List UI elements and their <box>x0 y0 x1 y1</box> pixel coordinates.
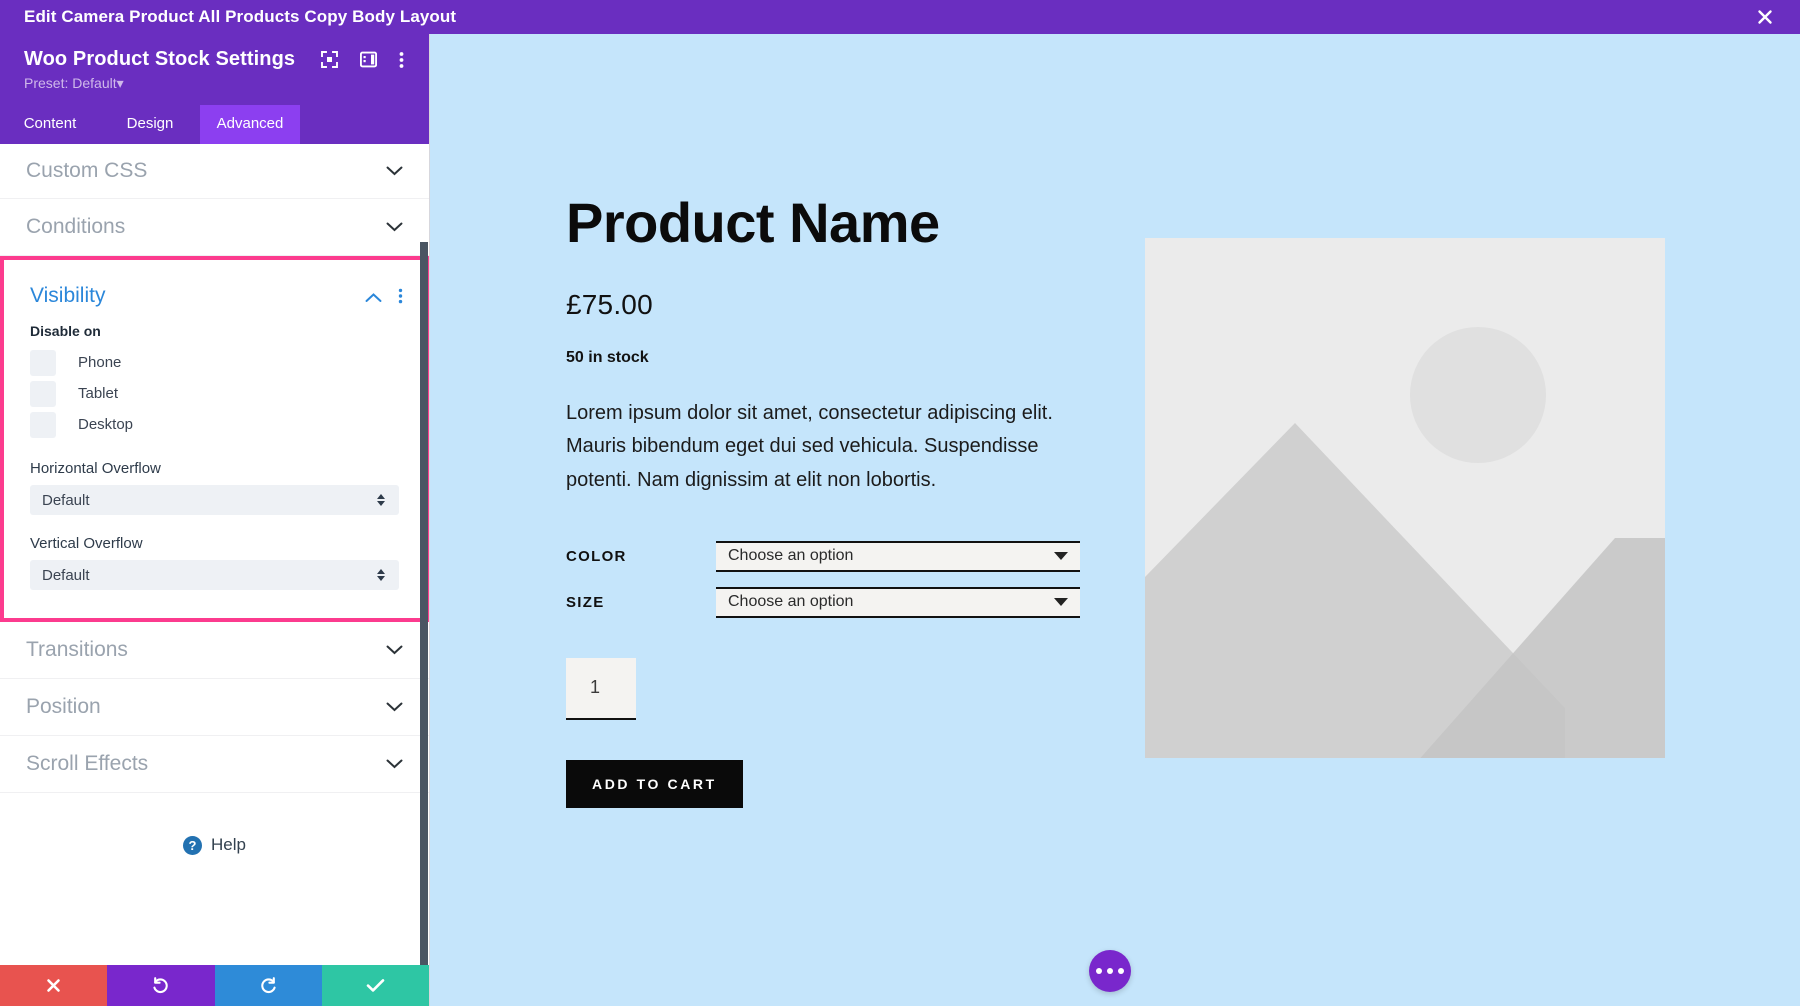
more-vertical-icon[interactable] <box>399 51 404 69</box>
panel-divider <box>429 34 430 1006</box>
checkbox-phone[interactable] <box>30 349 56 376</box>
chevron-down-icon <box>386 756 403 773</box>
chevron-down-icon <box>386 219 403 236</box>
redo-button[interactable] <box>214 965 322 1006</box>
checkbox-tablet[interactable] <box>30 380 56 407</box>
product-stock-status: 50 in stock <box>566 348 649 366</box>
chevron-down-icon <box>386 163 403 180</box>
spinner-arrows-icon <box>377 494 385 506</box>
device-row-phone: Phone <box>30 347 399 378</box>
product-image-placeholder <box>1145 238 1665 758</box>
accordion-custom-css-label: Custom CSS <box>26 159 148 182</box>
add-to-cart-button[interactable]: ADD TO CART <box>566 759 743 808</box>
page-title: Edit Camera Product All Products Copy Bo… <box>24 7 457 26</box>
vertical-overflow-select[interactable]: Default <box>30 560 399 590</box>
variation-label-size: SIZE <box>566 593 605 611</box>
product-title: Product Name <box>566 191 940 254</box>
variation-select-color[interactable]: Choose an option <box>716 540 1080 572</box>
module-title: Woo Product Stock Settings <box>24 48 296 70</box>
save-button[interactable] <box>321 965 429 1006</box>
tab-content[interactable]: Content <box>0 105 100 144</box>
accordion-transitions[interactable]: Transitions <box>0 622 429 679</box>
more-horizontal-icon <box>1096 968 1102 974</box>
undo-icon <box>153 977 169 994</box>
layout-panel-icon[interactable] <box>360 51 378 68</box>
check-icon <box>366 979 385 992</box>
variation-select-size[interactable]: Choose an option <box>716 586 1080 618</box>
device-row-tablet: Tablet <box>30 378 399 409</box>
editor-top-banner: Edit Camera Product All Products Copy Bo… <box>0 0 1800 34</box>
horizontal-overflow-select[interactable]: Default <box>30 485 399 515</box>
more-horizontal-icon <box>1118 968 1124 974</box>
settings-scroll-area: Custom CSS Conditions Visibility Disable… <box>0 144 429 965</box>
quantity-input[interactable]: 1 <box>566 657 636 720</box>
chevron-down-icon <box>386 699 403 716</box>
spinner-arrows-icon <box>377 569 385 581</box>
horizontal-overflow-label: Horizontal Overflow <box>30 460 161 477</box>
chevron-down-icon: ▾ <box>116 75 124 91</box>
variation-row-color: COLOR Choose an option <box>566 540 1166 572</box>
accordion-transitions-label: Transitions <box>26 638 128 661</box>
visibility-group-title[interactable]: Visibility <box>30 284 105 308</box>
vertical-overflow-group: Vertical Overflow Default <box>30 535 399 590</box>
disable-on-label: Disable on <box>30 323 101 339</box>
accordion-custom-css[interactable]: Custom CSS <box>0 144 429 199</box>
device-row-desktop: Desktop <box>30 409 399 440</box>
close-icon <box>47 979 60 992</box>
quantity-value: 1 <box>590 677 601 698</box>
help-link[interactable]: ? Help <box>0 793 429 897</box>
checkbox-desktop[interactable] <box>30 411 56 438</box>
product-price: £75.00 <box>566 288 653 320</box>
more-vertical-icon[interactable] <box>398 288 403 309</box>
product-variations: COLOR Choose an option SIZE Choose an op… <box>566 540 1166 618</box>
settings-panel-header: Woo Product Stock Settings Preset: Defau… <box>0 34 429 144</box>
variation-select-color-value: Choose an option <box>728 547 854 565</box>
variation-label-color: COLOR <box>566 547 627 565</box>
preview-more-options-button[interactable] <box>1089 950 1131 992</box>
checkbox-tablet-label: Tablet <box>78 385 119 402</box>
undo-button[interactable] <box>107 965 215 1006</box>
accordion-conditions[interactable]: Conditions <box>0 199 429 256</box>
settings-action-bar <box>0 965 429 1006</box>
vertical-overflow-value: Default <box>42 566 90 584</box>
panel-scrollbar-thumb[interactable] <box>420 242 428 965</box>
variation-row-size: SIZE Choose an option <box>566 586 1166 618</box>
close-icon[interactable] <box>1752 4 1778 30</box>
accordion-scroll-effects[interactable]: Scroll Effects <box>0 736 429 793</box>
chevron-down-icon <box>1054 598 1068 607</box>
accordion-position[interactable]: Position <box>0 679 429 736</box>
chevron-down-icon <box>1054 552 1068 561</box>
preset-label: Preset: Default <box>24 75 117 91</box>
cancel-button[interactable] <box>0 965 108 1006</box>
chevron-down-icon <box>386 642 403 659</box>
settings-tabs: Content Design Advanced <box>0 105 429 144</box>
horizontal-overflow-value: Default <box>42 491 90 509</box>
preset-selector[interactable]: Preset: Default▾ <box>0 71 429 105</box>
checkbox-phone-label: Phone <box>78 354 122 371</box>
focus-target-icon[interactable] <box>321 51 339 68</box>
chevron-up-icon[interactable] <box>365 290 382 308</box>
more-horizontal-icon <box>1107 968 1113 974</box>
image-placeholder-icon <box>1145 238 1665 758</box>
variation-select-size-value: Choose an option <box>728 593 854 611</box>
accordion-scroll-effects-label: Scroll Effects <box>26 752 149 775</box>
redo-icon <box>260 977 276 994</box>
panel-scrollbar[interactable] <box>420 144 429 965</box>
accordion-position-label: Position <box>26 695 101 718</box>
tab-design[interactable]: Design <box>100 105 200 144</box>
horizontal-overflow-group: Horizontal Overflow Default <box>30 460 399 515</box>
vertical-overflow-label: Vertical Overflow <box>30 535 143 552</box>
accordion-conditions-label: Conditions <box>26 215 126 238</box>
product-description: Lorem ipsum dolor sit amet, consectetur … <box>566 401 1053 491</box>
visibility-settings-group: Visibility Disable on Phone Tablet Deskt… <box>0 256 429 622</box>
product-summary: Product Name £75.00 50 in stock Lorem ip… <box>566 191 1166 808</box>
module-settings-panel: Woo Product Stock Settings Preset: Defau… <box>0 34 429 1006</box>
help-label: Help <box>211 835 246 854</box>
checkbox-desktop-label: Desktop <box>78 416 134 433</box>
tab-advanced[interactable]: Advanced <box>200 105 300 144</box>
help-icon: ? <box>183 835 203 855</box>
